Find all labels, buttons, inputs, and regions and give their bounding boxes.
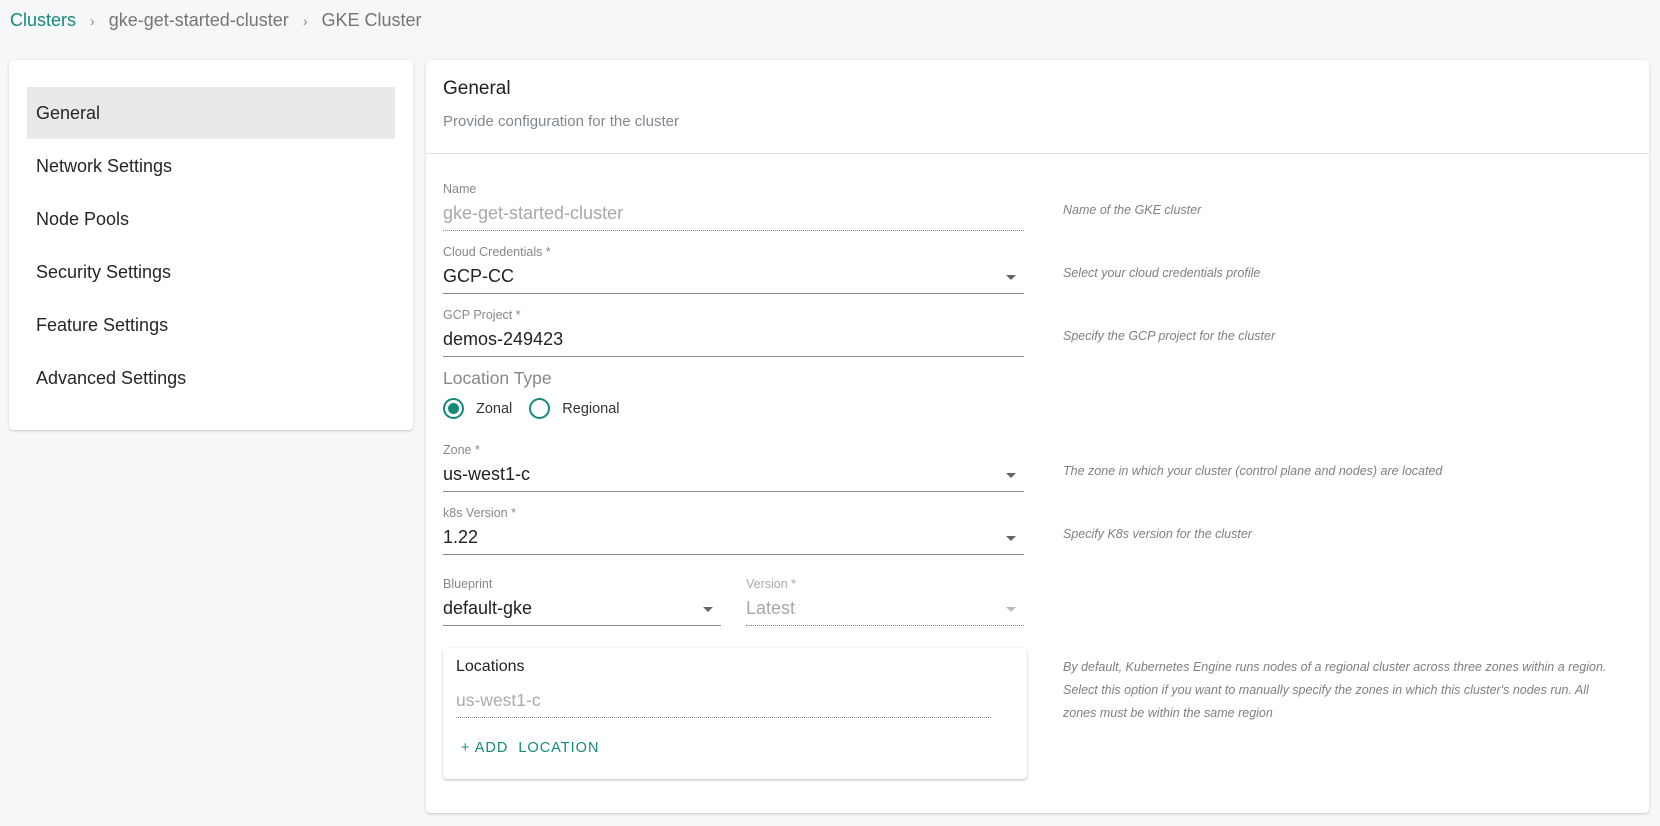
blueprint-field: Blueprint default-gke xyxy=(443,577,721,626)
k8s-version-value: 1.22 xyxy=(443,527,479,547)
radio-regional-label: Regional xyxy=(562,400,620,417)
blueprint-version-value: Latest xyxy=(746,598,796,618)
dropdown-arrow-icon[interactable] xyxy=(1006,473,1016,478)
dropdown-arrow-icon[interactable] xyxy=(703,607,713,612)
blueprint-select[interactable]: default-gke xyxy=(443,596,721,626)
location-type-radio-group: Zonal Regional xyxy=(443,398,637,419)
radio-checked-icon[interactable] xyxy=(443,398,464,419)
cloud-credentials-field: Cloud Credentials * GCP-CC xyxy=(443,245,1024,294)
zone-value: us-west1-c xyxy=(443,464,531,484)
gcp-project-field: GCP Project * demos-249423 xyxy=(443,308,1024,357)
cloud-credentials-label: Cloud Credentials * xyxy=(443,245,551,259)
blueprint-version-label: Version * xyxy=(746,577,797,591)
cloud-credentials-help: Select your cloud credentials profile xyxy=(1063,266,1261,280)
location-input: us-west1-c xyxy=(456,689,991,718)
name-field: Name gke-get-started-cluster xyxy=(443,182,1024,231)
sidebar-item-feature-settings[interactable]: Feature Settings xyxy=(27,299,395,351)
gcp-project-help: Specify the GCP project for the cluster xyxy=(1063,329,1276,343)
breadcrumb-separator: › xyxy=(90,13,95,29)
sidebar-item-general[interactable]: General xyxy=(27,87,395,139)
panel-title: General xyxy=(443,78,511,99)
blueprint-label: Blueprint xyxy=(443,577,493,591)
add-location-button[interactable]: + ADD LOCATION xyxy=(461,740,599,756)
blueprint-version-select: Latest xyxy=(746,596,1024,626)
name-help: Name of the GKE cluster xyxy=(1063,203,1202,217)
cloud-credentials-value: GCP-CC xyxy=(443,266,514,286)
dropdown-arrow-icon[interactable] xyxy=(1006,536,1016,541)
radio-zonal[interactable]: Zonal xyxy=(443,398,512,419)
cloud-credentials-select[interactable]: GCP-CC xyxy=(443,264,1024,294)
breadcrumb: Clusters › gke-get-started-cluster › GKE… xyxy=(10,9,422,32)
zone-field: Zone * us-west1-c xyxy=(443,443,1024,492)
name-input: gke-get-started-cluster xyxy=(443,201,1024,231)
locations-title: Locations xyxy=(456,658,525,675)
locations-card: Locations us-west1-c + ADD LOCATION xyxy=(443,648,1027,779)
gcp-project-input[interactable]: demos-249423 xyxy=(443,327,1024,357)
dropdown-arrow-icon[interactable] xyxy=(1006,275,1016,280)
breadcrumb-clusters-link[interactable]: Clusters xyxy=(10,10,76,30)
name-label: Name xyxy=(443,182,477,196)
breadcrumb-separator: › xyxy=(302,13,308,29)
radio-zonal-label: Zonal xyxy=(476,400,513,417)
breadcrumb-current: GKE Cluster xyxy=(321,10,422,30)
zone-select[interactable]: us-west1-c xyxy=(443,462,1024,492)
zone-label: Zone * xyxy=(443,443,480,457)
k8s-version-select[interactable]: 1.22 xyxy=(443,525,1024,555)
sidebar-item-advanced-settings[interactable]: Advanced Settings xyxy=(27,352,395,404)
location-type-label: Location Type xyxy=(443,368,552,388)
breadcrumb-cluster-name: gke-get-started-cluster xyxy=(108,10,289,30)
sidebar-item-security-settings[interactable]: Security Settings xyxy=(27,246,395,298)
sidebar: General Network Settings Node Pools Secu… xyxy=(9,60,413,430)
gcp-project-label: GCP Project * xyxy=(443,308,521,322)
panel-subtitle: Provide configuration for the cluster xyxy=(443,113,679,130)
locations-help: By default, Kubernetes Engine runs nodes… xyxy=(1063,660,1607,720)
blueprint-version-field: Version * Latest xyxy=(746,577,1024,626)
panel-header: General Provide configuration for the cl… xyxy=(426,60,1649,154)
k8s-version-help: Specify K8s version for the cluster xyxy=(1063,527,1252,541)
radio-regional[interactable]: Regional xyxy=(529,398,620,419)
k8s-version-label: k8s Version * xyxy=(443,506,516,520)
blueprint-value: default-gke xyxy=(443,598,533,618)
dropdown-arrow-icon xyxy=(1006,607,1016,612)
sidebar-item-network-settings[interactable]: Network Settings xyxy=(27,140,395,192)
radio-unchecked-icon[interactable] xyxy=(529,398,551,419)
zone-help: The zone in which your cluster (control … xyxy=(1063,464,1443,478)
sidebar-item-node-pools[interactable]: Node Pools xyxy=(27,193,395,245)
k8s-version-field: k8s Version * 1.22 xyxy=(443,506,1024,555)
